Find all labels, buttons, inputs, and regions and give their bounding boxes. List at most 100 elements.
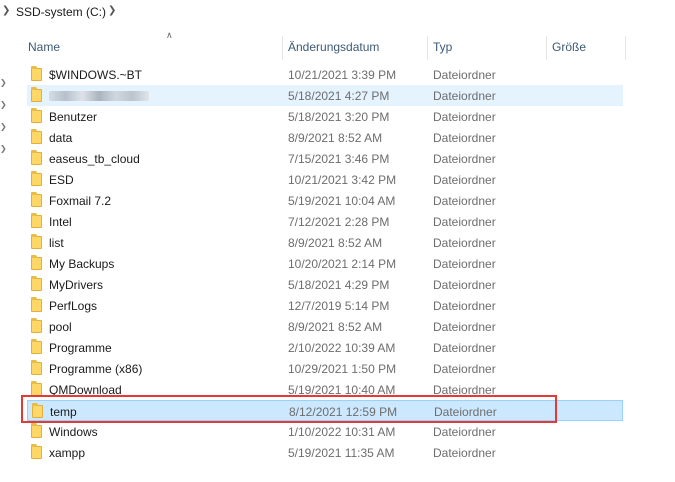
column-header-size[interactable]: Größe xyxy=(552,40,586,54)
file-type: Dateiordner xyxy=(433,194,496,208)
file-date: 5/18/2021 4:29 PM xyxy=(288,278,390,292)
file-row[interactable]: list 8/9/2021 8:52 AM Dateiordner xyxy=(27,232,623,253)
file-date: 7/12/2021 2:28 PM xyxy=(288,215,390,229)
folder-icon xyxy=(31,234,42,249)
folder-icon xyxy=(31,360,42,375)
breadcrumb: ❯ SSD-system (C:) ❯ xyxy=(0,0,675,24)
file-type: Dateiordner xyxy=(433,89,496,103)
file-type: Dateiordner xyxy=(433,236,496,250)
folder-icon xyxy=(31,87,42,102)
file-type: Dateiordner xyxy=(433,110,496,124)
chevron-right-icon[interactable]: ❯ xyxy=(2,5,10,16)
file-type: Dateiordner xyxy=(433,320,496,334)
file-row[interactable]: data 8/9/2021 8:52 AM Dateiordner xyxy=(27,127,623,148)
column-divider[interactable] xyxy=(427,36,428,60)
file-name: $WINDOWS.~BT xyxy=(49,68,143,82)
file-date: 8/9/2021 8:52 AM xyxy=(288,131,383,145)
file-date: 10/21/2021 3:39 PM xyxy=(288,68,397,82)
file-row[interactable]: Programme 2/10/2022 10:39 AM Dateiordner xyxy=(27,337,623,358)
folder-icon xyxy=(31,213,42,228)
file-type: Dateiordner xyxy=(433,131,496,145)
file-row[interactable]: xampp 5/19/2021 11:35 AM Dateiordner xyxy=(27,442,623,463)
folder-icon xyxy=(31,108,42,123)
file-row[interactable]: MyDrivers 5/18/2021 4:29 PM Dateiordner xyxy=(27,274,623,295)
file-row[interactable]: My Backups 10/20/2021 2:14 PM Dateiordne… xyxy=(27,253,623,274)
chevron-right-icon[interactable]: ❯ xyxy=(108,5,116,16)
column-header-row: ∧ Name Änderungsdatum Typ Größe xyxy=(18,30,626,60)
folder-icon xyxy=(31,255,42,270)
file-row[interactable]: Benutzer 5/18/2021 3:20 PM Dateiordner xyxy=(27,106,623,127)
file-type: Dateiordner xyxy=(433,278,496,292)
file-date: 10/21/2021 3:42 PM xyxy=(288,173,397,187)
file-date: 5/19/2021 11:35 AM xyxy=(288,446,395,460)
file-name: Windows xyxy=(49,425,98,439)
file-type: Dateiordner xyxy=(433,341,496,355)
folder-icon xyxy=(31,150,42,165)
file-name: Benutzer xyxy=(49,110,98,124)
file-name: list xyxy=(49,236,64,250)
file-type: Dateiordner xyxy=(433,299,496,313)
file-row[interactable]: $WINDOWS.~BT 10/21/2021 3:39 PM Dateiord… xyxy=(27,64,623,85)
obscured-file-name xyxy=(49,91,149,101)
file-name: Intel xyxy=(49,215,72,229)
file-type: Dateiordner xyxy=(433,68,496,82)
file-name: pool xyxy=(49,320,72,334)
file-name: data xyxy=(49,131,73,145)
folder-icon xyxy=(31,276,42,291)
file-date: 7/15/2021 3:46 PM xyxy=(288,152,390,166)
file-type: Dateiordner xyxy=(433,446,496,460)
column-header-name[interactable]: Name xyxy=(28,40,60,54)
file-type: Dateiordner xyxy=(433,425,496,439)
column-header-type[interactable]: Typ xyxy=(433,40,452,54)
file-date: 2/10/2022 10:39 AM xyxy=(288,341,396,355)
annotation-highlight-box xyxy=(21,395,557,423)
file-date: 8/9/2021 8:52 AM xyxy=(288,320,383,334)
file-type: Dateiordner xyxy=(433,257,496,271)
file-date: 12/7/2019 5:14 PM xyxy=(288,299,390,313)
file-date: 1/10/2022 10:31 AM xyxy=(288,425,396,439)
file-name: Programme (x86) xyxy=(49,362,143,376)
file-date: 8/9/2021 8:52 AM xyxy=(288,236,383,250)
file-row[interactable]: pool 8/9/2021 8:52 AM Dateiordner xyxy=(27,316,623,337)
folder-icon xyxy=(31,297,42,312)
sort-ascending-icon: ∧ xyxy=(166,30,173,40)
folder-icon xyxy=(31,339,42,354)
file-row[interactable]: Foxmail 7.2 5/19/2021 10:04 AM Dateiordn… xyxy=(27,190,623,211)
file-row[interactable]: easeus_tb_cloud 7/15/2021 3:46 PM Dateio… xyxy=(27,148,623,169)
folder-icon xyxy=(31,129,42,144)
file-name: MyDrivers xyxy=(49,278,103,292)
folder-icon xyxy=(31,423,42,438)
file-row[interactable]: ESD 10/21/2021 3:42 PM Dateiordner xyxy=(27,169,623,190)
file-date: 10/29/2021 1:50 PM xyxy=(288,362,397,376)
file-date: 5/18/2021 3:20 PM xyxy=(288,110,390,124)
column-divider[interactable] xyxy=(625,36,626,60)
breadcrumb-drive[interactable]: SSD-system (C:) xyxy=(16,5,106,19)
column-header-date[interactable]: Änderungsdatum xyxy=(288,40,379,54)
file-name: ESD xyxy=(49,173,74,187)
file-name: easeus_tb_cloud xyxy=(49,152,140,166)
file-name: Programme xyxy=(49,341,112,355)
file-name: Foxmail 7.2 xyxy=(49,194,112,208)
folder-icon xyxy=(31,318,42,333)
folder-icon xyxy=(31,171,42,186)
folder-icon xyxy=(31,66,42,81)
file-row[interactable]: Programme (x86) 10/29/2021 1:50 PM Datei… xyxy=(27,358,623,379)
file-row[interactable]: Intel 7/12/2021 2:28 PM Dateiordner xyxy=(27,211,623,232)
file-date: 10/20/2021 2:14 PM xyxy=(288,257,397,271)
folder-icon xyxy=(31,444,42,459)
folder-icon xyxy=(31,192,42,207)
file-name: PerfLogs xyxy=(49,299,98,313)
file-row[interactable]: 5/18/2021 4:27 PM Dateiordner xyxy=(27,85,623,106)
file-type: Dateiordner xyxy=(433,215,496,229)
column-divider[interactable] xyxy=(282,36,283,60)
file-type: Dateiordner xyxy=(433,152,496,166)
file-date: 5/19/2021 10:04 AM xyxy=(288,194,396,208)
file-name: xampp xyxy=(49,446,86,460)
file-name: My Backups xyxy=(49,257,115,271)
file-row[interactable]: Windows 1/10/2022 10:31 AM Dateiordner xyxy=(27,421,623,442)
file-row[interactable]: PerfLogs 12/7/2019 5:14 PM Dateiordner xyxy=(27,295,623,316)
file-type: Dateiordner xyxy=(433,362,496,376)
column-divider[interactable] xyxy=(546,36,547,60)
file-date: 5/18/2021 4:27 PM xyxy=(288,89,390,103)
file-type: Dateiordner xyxy=(433,173,496,187)
